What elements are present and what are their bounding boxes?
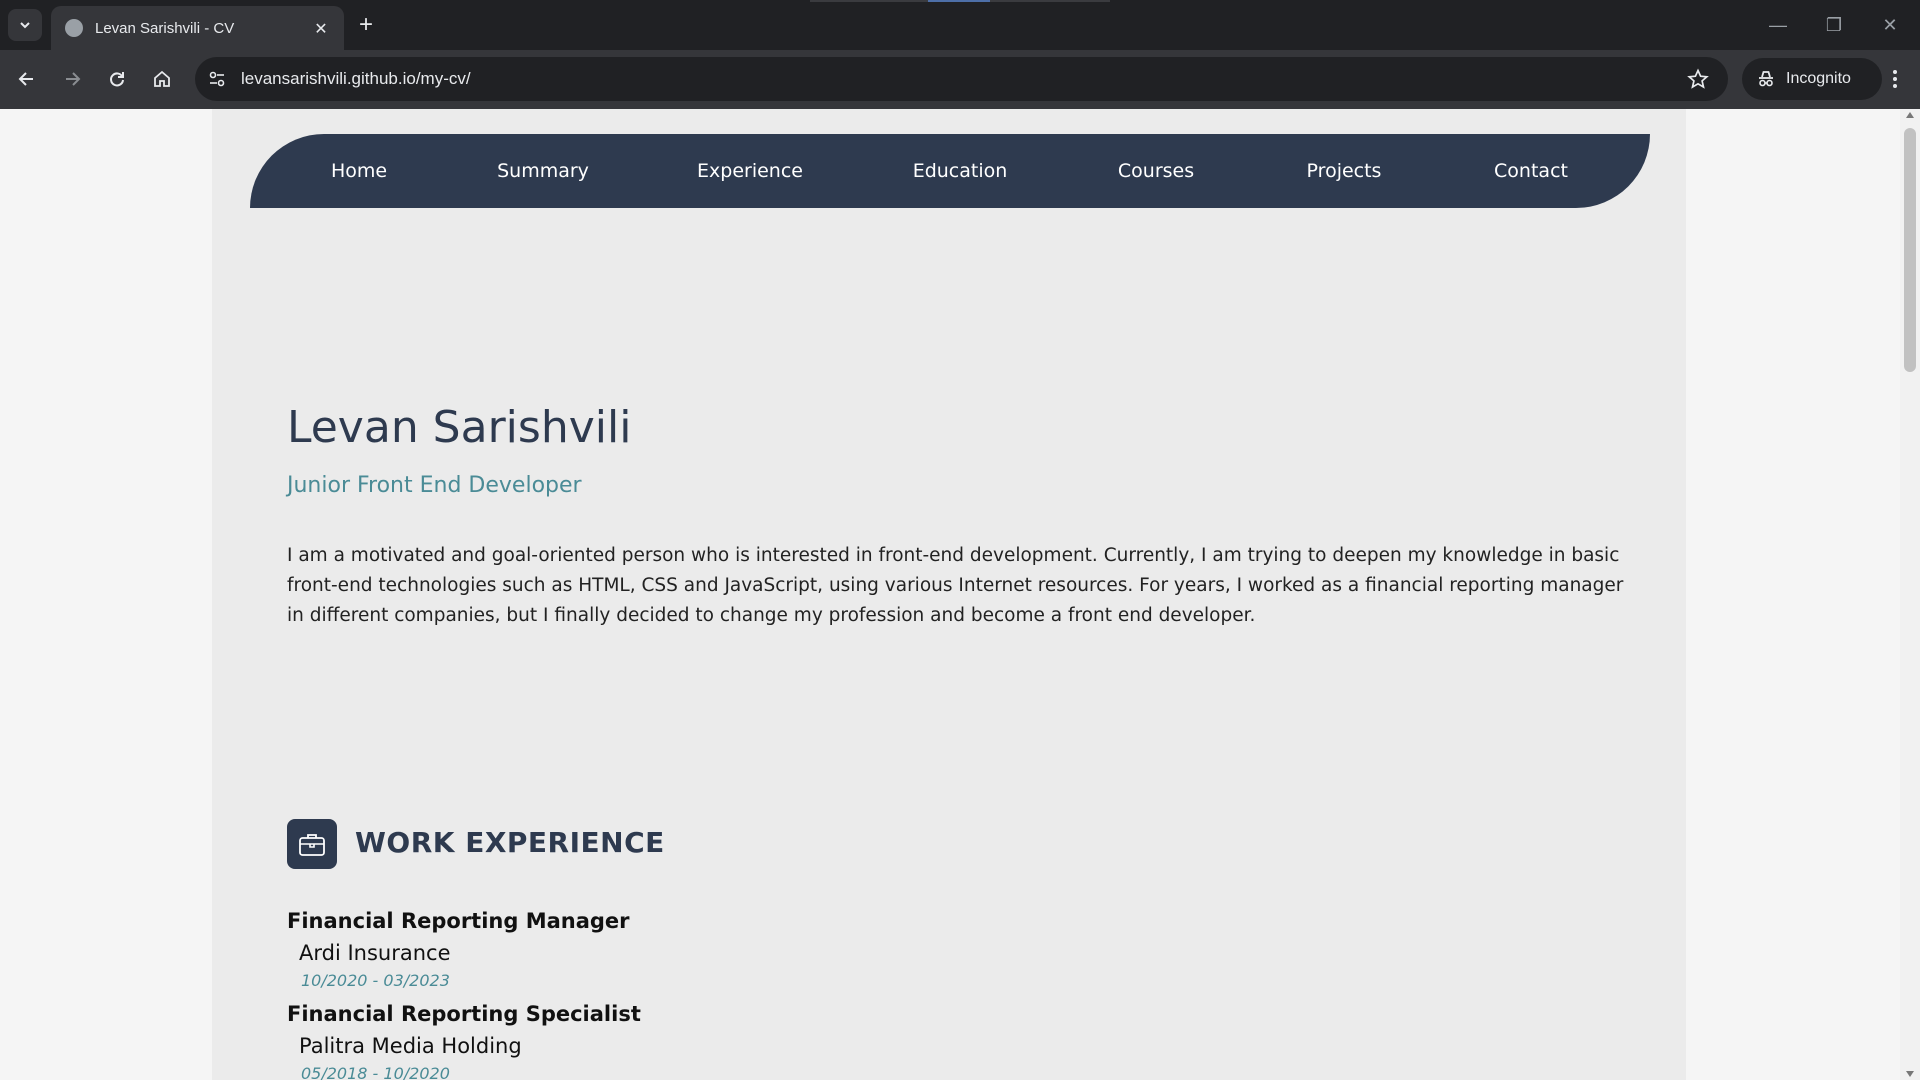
home-button[interactable] xyxy=(145,62,179,96)
job-company: Palitra Media Holding xyxy=(299,1034,522,1058)
nav-contact[interactable]: Contact xyxy=(1494,134,1568,208)
star-icon xyxy=(1687,68,1709,89)
address-bar[interactable]: levansarishvili.github.io/my-cv/ xyxy=(195,57,1728,101)
tune-icon xyxy=(209,71,225,87)
tab-search-button[interactable] xyxy=(8,9,42,41)
minimize-icon[interactable]: — xyxy=(1758,10,1798,40)
job-entry: Financial Reporting Manager Ardi Insuran… xyxy=(287,909,630,990)
restore-icon[interactable]: ❐ xyxy=(1814,10,1854,40)
scrollbar-thumb[interactable] xyxy=(1904,128,1916,372)
briefcase-icon xyxy=(299,834,325,856)
back-arrow-icon xyxy=(18,72,33,86)
nav-courses[interactable]: Courses xyxy=(1118,134,1194,208)
scroll-up-arrow-icon[interactable] xyxy=(1906,112,1914,118)
cv-container: Home Summary Experience Education Course… xyxy=(212,109,1686,1080)
profile-intro: I am a motivated and goal-oriented perso… xyxy=(287,545,1624,626)
window-edge-mark xyxy=(810,0,930,2)
page-viewport: Home Summary Experience Education Course… xyxy=(0,109,1900,1080)
incognito-label: Incognito xyxy=(1786,70,1851,87)
nav-projects[interactable]: Projects xyxy=(1307,134,1382,208)
work-experience-heading: WORK EXPERIENCE xyxy=(355,826,665,859)
home-icon xyxy=(154,70,170,87)
incognito-indicator[interactable]: Incognito xyxy=(1742,58,1882,100)
back-button[interactable] xyxy=(10,62,44,96)
job-entry: Financial Reporting Specialist Palitra M… xyxy=(287,1002,641,1080)
globe-icon xyxy=(65,19,83,37)
scroll-down-arrow-icon[interactable] xyxy=(1906,1071,1914,1077)
window-edge-mark xyxy=(990,0,1110,2)
incognito-icon xyxy=(1759,71,1773,87)
browser-menu-button[interactable] xyxy=(1880,62,1910,96)
chevron-down-icon xyxy=(20,22,30,29)
job-dates: 05/2018 - 10/2020 xyxy=(301,1064,450,1080)
page-scrollbar[interactable] xyxy=(1900,109,1920,1080)
tab-close-icon[interactable]: ✕ xyxy=(310,19,332,38)
job-company: Ardi Insurance xyxy=(299,941,451,965)
window-edge-mark-active xyxy=(928,0,990,2)
reload-button[interactable] xyxy=(100,62,134,96)
reload-icon xyxy=(110,72,124,87)
work-section-icon-badge xyxy=(287,819,337,869)
forward-arrow-icon xyxy=(66,72,81,86)
bookmark-button[interactable] xyxy=(1680,61,1716,97)
tab-title: Levan Sarishvili - CV xyxy=(95,19,235,37)
browser-toolbar: levansarishvili.github.io/my-cv/ Incogni… xyxy=(0,50,1920,109)
job-title: Financial Reporting Specialist xyxy=(287,1002,641,1026)
browser-titlebar: Levan Sarishvili - CV ✕ + — ❐ ✕ xyxy=(0,0,1920,50)
profile-role: Junior Front End Developer xyxy=(287,473,582,498)
profile-name: Levan Sarishvili xyxy=(287,402,632,453)
new-tab-button[interactable]: + xyxy=(352,11,380,39)
nav-home[interactable]: Home xyxy=(331,134,387,208)
site-info-button[interactable] xyxy=(199,61,235,97)
browser-tab[interactable]: Levan Sarishvili - CV ✕ xyxy=(51,6,344,50)
job-dates: 10/2020 - 03/2023 xyxy=(301,971,450,990)
nav-experience[interactable]: Experience xyxy=(697,134,803,208)
more-vert-icon xyxy=(1893,70,1897,88)
forward-button[interactable] xyxy=(55,62,89,96)
url-text[interactable]: levansarishvili.github.io/my-cv/ xyxy=(241,69,1680,89)
nav-summary[interactable]: Summary xyxy=(497,134,589,208)
close-window-icon[interactable]: ✕ xyxy=(1870,10,1910,40)
job-title: Financial Reporting Manager xyxy=(287,909,630,933)
nav-education[interactable]: Education xyxy=(913,134,1008,208)
main-nav: Home Summary Experience Education Course… xyxy=(250,134,1650,208)
